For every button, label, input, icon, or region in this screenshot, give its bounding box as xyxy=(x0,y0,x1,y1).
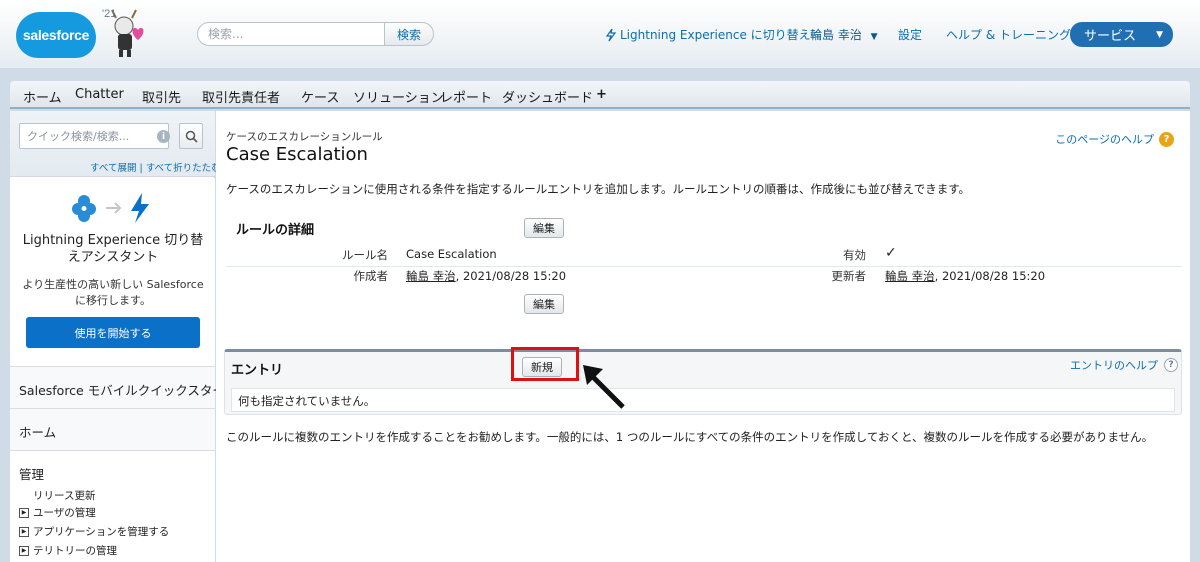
chevron-down-icon: ▼ xyxy=(1156,30,1163,40)
release-mascot-icon: '21 xyxy=(98,4,154,60)
sidebar-home[interactable]: ホーム xyxy=(10,408,215,450)
sidebar: i すべて展開 | すべて折りたたむ Lightning Experience … xyxy=(10,111,237,562)
tab-reports[interactable]: レポート xyxy=(440,87,492,106)
help-icon: ? xyxy=(1164,358,1178,372)
help-training-link[interactable]: ヘルプ & トレーニング xyxy=(946,26,1071,43)
sidebar-admin-section: 管理 リリース更新 ▶ ユーザの管理 ▶ アプリケーションを管理する ▶ テリト… xyxy=(10,450,215,562)
row-divider xyxy=(226,266,1182,267)
rule-name-value: Case Escalation xyxy=(406,247,497,261)
classic-to-lightning-icon xyxy=(72,193,149,223)
app-switcher-label: サービス xyxy=(1084,29,1137,44)
user-menu[interactable]: 輪島 幸治 ▼ xyxy=(810,26,878,43)
tab-bar: ホーム Chatter 取引先 取引先責任者 ケース ソリューション レポート … xyxy=(10,81,1190,109)
breadcrumb: ケースのエスカレーションルール xyxy=(226,131,383,143)
tree-item-label: テリトリーの管理 xyxy=(33,545,117,557)
quick-search-button[interactable] xyxy=(179,123,203,149)
lightning-assistant-panel: Lightning Experience 切り替えアシスタント より生産性の高い… xyxy=(10,178,215,366)
sidebar-search-area: i すべて展開 | すべて折りたたむ xyxy=(10,111,221,177)
entries-heading: エントリ xyxy=(231,363,284,378)
rule-detail-heading: ルールの詳細 xyxy=(236,223,315,238)
main-content: ケースのエスカレーションルール Case Escalation このページのヘル… xyxy=(216,111,1190,562)
tree-item-label: ユーザの管理 xyxy=(33,507,96,519)
lightning-switch-link[interactable]: Lightning Experience に切り替え xyxy=(605,26,811,43)
global-search-input[interactable] xyxy=(197,22,385,46)
created-by-value: 輪島 幸治, 2021/08/28 15:20 xyxy=(406,268,566,284)
tab-chatter[interactable]: Chatter xyxy=(75,87,124,102)
highlight-box xyxy=(511,347,579,381)
page-description: ケースのエスカレーションに使用される条件を指定するルールエントリを追加します。ル… xyxy=(226,182,971,196)
page-help-link[interactable]: このページのヘルプ ? xyxy=(1055,131,1174,147)
active-label: 有効 xyxy=(843,248,866,262)
release-badge: '21 xyxy=(102,8,117,20)
tab-contacts[interactable]: 取引先責任者 xyxy=(202,87,280,106)
release-updates-link[interactable]: リリース更新 xyxy=(33,488,95,503)
expand-triangle-icon[interactable]: ▶ xyxy=(19,545,29,556)
modified-by-label: 更新者 xyxy=(831,269,867,283)
tab-solutions[interactable]: ソリューション xyxy=(353,87,444,106)
tab-cases[interactable]: ケース xyxy=(301,87,339,106)
modified-by-date: , 2021/08/28 15:20 xyxy=(934,269,1046,283)
entries-note: このルールに複数のエントリを作成することをお勧めします。一般的には、1 つのルー… xyxy=(226,430,1154,444)
tree-item-user-management[interactable]: ▶ ユーザの管理 xyxy=(19,505,96,520)
created-by-date: , 2021/08/28 15:20 xyxy=(455,269,567,283)
quick-search-input[interactable] xyxy=(19,123,169,149)
start-using-button[interactable]: 使用を開始する xyxy=(26,317,200,348)
global-search: 検索 xyxy=(197,22,434,46)
entries-empty-message: 何も指定されていません。 xyxy=(231,388,1175,412)
tree-item-territory-management[interactable]: ▶ テリトリーの管理 xyxy=(19,543,117,558)
sidebar-admin-heading: 管理 xyxy=(19,467,45,482)
sidebar-home-label: ホーム xyxy=(19,425,57,440)
pointer-arrow-icon xyxy=(583,365,625,409)
modified-by-value: 輪島 幸治, 2021/08/28 15:20 xyxy=(885,268,1045,284)
modified-by-user-link[interactable]: 輪島 幸治 xyxy=(885,269,935,283)
lightning-assistant-title: Lightning Experience 切り替えアシスタント xyxy=(22,233,204,265)
tab-home[interactable]: ホーム xyxy=(23,87,62,106)
info-icon[interactable]: i xyxy=(157,130,170,143)
app-switcher-button[interactable]: サービス ▼ xyxy=(1070,22,1173,47)
lightning-switch-label: Lightning Experience に切り替え xyxy=(620,28,811,42)
page-help-label: このページのヘルプ xyxy=(1055,133,1154,146)
global-header: salesforce '21 検索 Lightning Experience に… xyxy=(0,0,1200,68)
expand-collapse-links[interactable]: すべて展開 | すべて折りたたむ xyxy=(90,160,221,174)
expand-triangle-icon[interactable]: ▶ xyxy=(19,507,29,518)
lightning-bolt-icon xyxy=(605,28,617,41)
settings-link[interactable]: 設定 xyxy=(898,26,922,43)
help-icon: ? xyxy=(1159,131,1174,147)
tree-item-manage-apps[interactable]: ▶ アプリケーションを管理する xyxy=(19,524,169,539)
global-search-button[interactable]: 検索 xyxy=(384,22,434,46)
mobile-quickstart-label: Salesforce モバイルクイックスタート xyxy=(19,383,238,398)
add-tab-icon[interactable]: + xyxy=(596,87,607,102)
lightning-assistant-description: より生産性の高い新しい Salesforce に移行します。 xyxy=(22,278,204,307)
sidebar-mobile-quickstart[interactable]: Salesforce モバイルクイックスタート xyxy=(10,366,237,408)
entries-help-label: エントリのヘルプ xyxy=(1070,359,1158,372)
tab-accounts[interactable]: 取引先 xyxy=(142,87,181,106)
active-checkmark-icon: ✓ xyxy=(885,245,897,261)
entries-help-link[interactable]: エントリのヘルプ ? xyxy=(1070,357,1178,373)
salesforce-logo[interactable]: salesforce xyxy=(16,12,96,58)
edit-button-top[interactable]: 編集 xyxy=(524,218,564,238)
user-name: 輪島 幸治 xyxy=(810,28,862,42)
page-title: Case Escalation xyxy=(226,144,368,165)
created-by-label: 作成者 xyxy=(353,269,389,283)
created-by-user-link[interactable]: 輪島 幸治 xyxy=(406,269,456,283)
edit-button-bottom[interactable]: 編集 xyxy=(524,294,564,314)
tree-item-label: アプリケーションを管理する xyxy=(33,526,170,538)
expand-triangle-icon[interactable]: ▶ xyxy=(19,526,29,537)
tab-dashboards[interactable]: ダッシュボード xyxy=(502,87,593,106)
entries-related-list: エントリ 何も指定されていません。 xyxy=(224,349,1182,415)
rule-name-label: ルール名 xyxy=(342,248,388,262)
search-icon xyxy=(185,130,198,143)
chevron-down-icon: ▼ xyxy=(870,32,878,42)
